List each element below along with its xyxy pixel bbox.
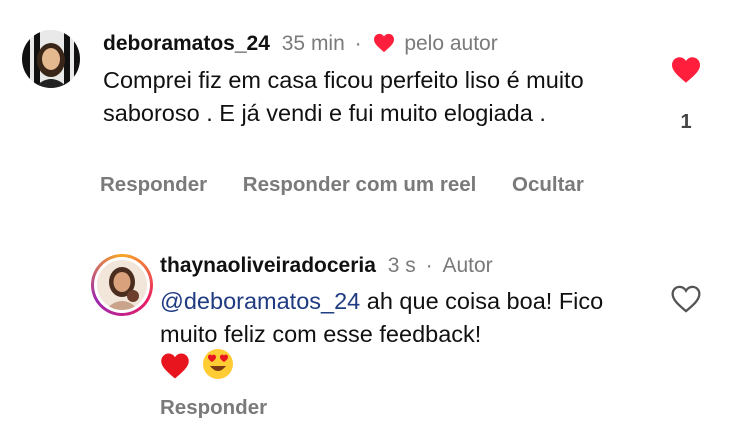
emoji-row (160, 348, 234, 385)
username[interactable]: deboramatos_24 (103, 32, 270, 55)
avatar[interactable] (22, 30, 80, 88)
comment-header: deboramatos_24 35 min · pelo autor (103, 32, 498, 56)
author-liked-heart-icon (374, 33, 395, 53)
comment-text: @deboramatos_24 ah que coisa boa! Fico m… (160, 285, 630, 351)
author-badge: Autor (442, 254, 493, 277)
avatar-story-ring[interactable] (91, 254, 153, 316)
mention-link[interactable]: @deboramatos_24 (160, 288, 360, 314)
reply-with-reel-button[interactable]: Responder com um reel (243, 173, 477, 196)
comment-2-reply: thaynaoliveiradoceria 3 s · Autor @debor… (0, 240, 739, 439)
username[interactable]: thaynaoliveiradoceria (160, 254, 376, 277)
like-count: 1 (680, 111, 692, 133)
separator: · (425, 254, 433, 277)
reply-button[interactable]: Responder (100, 173, 207, 196)
author-like-label: pelo autor (404, 32, 498, 55)
profile-photo-icon (22, 30, 80, 88)
hide-button[interactable]: Ocultar (512, 173, 584, 196)
like-heart-icon[interactable] (670, 56, 702, 84)
like-column: 1 (664, 56, 708, 134)
timestamp: 3 s (387, 254, 416, 277)
like-heart-outline-icon[interactable] (670, 285, 702, 313)
profile-photo-icon (97, 260, 147, 310)
comment-actions: Responder (160, 396, 297, 420)
separator: · (354, 32, 362, 55)
comment-header: thaynaoliveiradoceria 3 s · Autor (160, 254, 493, 278)
red-heart-emoji-icon (161, 353, 189, 379)
timestamp: 35 min (281, 32, 345, 55)
reply-button[interactable]: Responder (160, 396, 267, 419)
comment-1: deboramatos_24 35 min · pelo autor Compr… (0, 0, 739, 210)
heart-eyes-emoji-icon (203, 349, 234, 379)
comment-text: Comprei fiz em casa ficou perfeito liso … (103, 67, 584, 126)
comment-actions: Responder Responder com um reel Ocultar (100, 173, 614, 197)
